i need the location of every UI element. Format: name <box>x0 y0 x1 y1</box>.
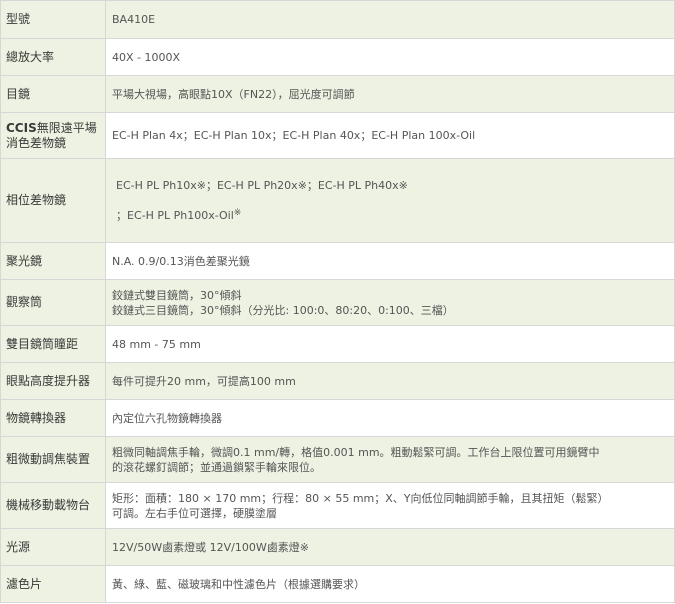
spec-label-part: 消色差物鏡 <box>6 135 67 150</box>
spec-label: 濾色片 <box>0 565 106 603</box>
spec-value: 48 mm - 75 mm <box>105 325 675 363</box>
spec-label: 相位差物鏡 <box>0 158 106 243</box>
spec-value: 12V/50W鹵素燈或 12V/100W鹵素燈※ <box>105 528 675 566</box>
spec-value-line: 可調。左右手位可選擇，硬膜塗層 <box>112 506 277 520</box>
spec-row-interpupillary: 雙目鏡筒瞳距 48 mm - 75 mm <box>0 325 675 363</box>
spec-row-stage: 機械移動載物台 矩形：面積：180 × 170 mm；行程：80 × 55 mm… <box>0 482 675 529</box>
spec-table: 型號 BA410E 總放大率 40X - 1000X 目鏡 平場大視場，高眼點1… <box>0 0 675 603</box>
spec-value: 矩形：面積：180 × 170 mm；行程：80 × 55 mm；X、Y向低位同… <box>105 482 675 529</box>
spec-row-filters: 濾色片 黃、綠、藍、磁玻璃和中性濾色片（根據選購要求） <box>0 565 675 603</box>
spec-value-line: 鉸鏈式三目鏡筒，30°傾斜（分光比: 100:0、80:20、0:100、三檔） <box>112 303 454 317</box>
spec-value: 40X - 1000X <box>105 38 675 76</box>
spec-row-focusing: 粗微動調焦裝置 粗微同軸調焦手輪，微調0.1 mm/轉，格值0.001 mm。粗… <box>0 436 675 483</box>
note-mark: ※ <box>233 208 242 218</box>
spec-label: 粗微動調焦裝置 <box>0 436 106 483</box>
spec-row-model: 型號 BA410E <box>0 0 675 39</box>
spec-value: N.A. 0.9/0.13消色差聚光鏡 <box>105 242 675 280</box>
spec-label: 物鏡轉換器 <box>0 399 106 437</box>
spec-value: BA410E <box>105 0 675 39</box>
spec-row-phase-objectives: 相位差物鏡 EC-H PL Ph10x※；EC-H PL Ph20x※；EC-H… <box>0 158 675 243</box>
spec-value-line: ；EC-H PL Ph100x-Oil <box>116 209 234 222</box>
spec-row-observation-tube: 觀察筒 鉸鏈式雙目鏡筒，30°傾斜 鉸鏈式三目鏡筒，30°傾斜（分光比: 100… <box>0 279 675 326</box>
spec-label: 機械移動載物台 <box>0 482 106 529</box>
spec-label: 型號 <box>0 0 106 39</box>
spec-label: 觀察筒 <box>0 279 106 326</box>
spec-value-line: 矩形：面積：180 × 170 mm；行程：80 × 55 mm；X、Y向低位同… <box>112 491 609 505</box>
spec-label: 雙目鏡筒瞳距 <box>0 325 106 363</box>
spec-row-ccis-objectives: CCIS無限遠平場 消色差物鏡 EC-H Plan 4x；EC-H Plan 1… <box>0 112 675 159</box>
spec-label: 目鏡 <box>0 75 106 113</box>
spec-label: CCIS無限遠平場 消色差物鏡 <box>0 112 106 159</box>
spec-row-nosepiece: 物鏡轉換器 內定位六孔物鏡轉換器 <box>0 399 675 437</box>
spec-row-magnification: 總放大率 40X - 1000X <box>0 38 675 76</box>
spec-value: 每件可提升20 mm，可提高100 mm <box>105 362 675 400</box>
spec-row-light-source: 光源 12V/50W鹵素燈或 12V/100W鹵素燈※ <box>0 528 675 566</box>
spec-label: 光源 <box>0 528 106 566</box>
spec-value: EC-H Plan 4x；EC-H Plan 10x；EC-H Plan 40x… <box>105 112 675 159</box>
spec-value-line: ；EC-H PL Ph100x-Oil※ <box>112 206 668 223</box>
spec-value-line: 粗微同軸調焦手輪，微調0.1 mm/轉，格值0.001 mm。粗動鬆緊可調。工作… <box>112 445 600 459</box>
spec-row-eyepiece: 目鏡 平場大視場，高眼點10X（FN22），屈光度可調節 <box>0 75 675 113</box>
spec-value: 鉸鏈式雙目鏡筒，30°傾斜 鉸鏈式三目鏡筒，30°傾斜（分光比: 100:0、8… <box>105 279 675 326</box>
spec-label: 眼點高度提升器 <box>0 362 106 400</box>
spec-label-bold: CCIS <box>6 120 37 135</box>
spec-row-condenser: 聚光鏡 N.A. 0.9/0.13消色差聚光鏡 <box>0 242 675 280</box>
spec-value: 黃、綠、藍、磁玻璃和中性濾色片（根據選購要求） <box>105 565 675 603</box>
spec-value-line: 的滾花螺釘調節；並通過鎖緊手輪來限位。 <box>112 460 321 474</box>
spec-value: 內定位六孔物鏡轉換器 <box>105 399 675 437</box>
spec-row-eyepoint-riser: 眼點高度提升器 每件可提升20 mm，可提高100 mm <box>0 362 675 400</box>
spec-value: 粗微同軸調焦手輪，微調0.1 mm/轉，格值0.001 mm。粗動鬆緊可調。工作… <box>105 436 675 483</box>
spec-value-line: EC-H PL Ph10x※；EC-H PL Ph20x※；EC-H PL Ph… <box>116 179 408 192</box>
spec-label: 總放大率 <box>0 38 106 76</box>
spec-label-part: 無限遠平場 <box>36 120 97 135</box>
spec-value-line: 鉸鏈式雙目鏡筒，30°傾斜 <box>112 288 242 302</box>
spec-value: 平場大視場，高眼點10X（FN22），屈光度可調節 <box>105 75 675 113</box>
spec-label: 聚光鏡 <box>0 242 106 280</box>
spec-value: EC-H PL Ph10x※；EC-H PL Ph20x※；EC-H PL Ph… <box>105 158 675 243</box>
